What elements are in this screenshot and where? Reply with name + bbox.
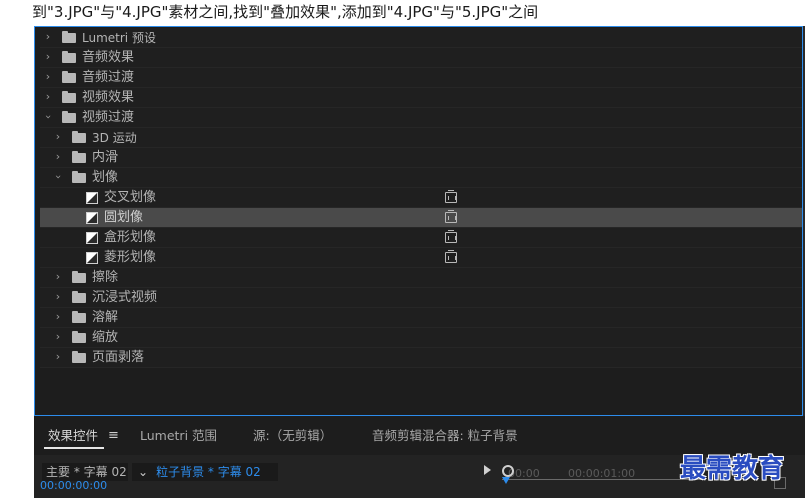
tree-item-label: 视频过渡	[82, 110, 135, 125]
gpu-accelerated-icon	[445, 210, 457, 223]
chevron-right-icon[interactable]: ›	[52, 331, 64, 343]
folder-icon	[72, 311, 86, 323]
sequence-clip-dropdown[interactable]: ⌄ 粒子背景 * 字幕 02	[132, 463, 278, 481]
transition-icon	[86, 212, 98, 224]
tree-item-lumetri-presets[interactable]: › Lumetri 预设	[40, 28, 805, 48]
tree-item-label: 音频效果	[82, 50, 135, 65]
chevron-down-icon: ⌄	[138, 465, 149, 479]
chevron-right-icon[interactable]: ›	[52, 311, 64, 323]
tab-effect-controls[interactable]: 效果控件	[48, 427, 98, 445]
tree-item-iris-box[interactable]: 盒形划像	[40, 228, 805, 248]
folder-icon	[72, 271, 86, 283]
tree-item-label: 菱形划像	[104, 250, 157, 265]
chevron-right-icon[interactable]: ›	[42, 51, 54, 63]
playhead-handle[interactable]	[502, 465, 514, 477]
tree-item-label: 视频效果	[82, 90, 135, 105]
folder-star-icon	[62, 31, 76, 43]
tree-item-label: 溶解	[92, 310, 119, 325]
tree-item-label: 内滑	[92, 150, 119, 165]
tree-item-dissolve[interactable]: › 溶解	[40, 308, 805, 328]
transition-icon	[86, 252, 98, 264]
tree-item-iris[interactable]: › 划像	[40, 168, 805, 188]
watermark-logo: 最需教育	[680, 454, 785, 484]
gpu-accelerated-icon	[445, 250, 457, 263]
chevron-right-icon[interactable]: ›	[42, 31, 54, 43]
tree-item-label: 擦除	[92, 270, 119, 285]
timeline-ruler[interactable]: 00:00 00:00:01:00	[502, 465, 702, 484]
folder-icon	[72, 331, 86, 343]
tree-item-label: 音频过渡	[82, 70, 135, 85]
folder-icon	[72, 151, 86, 163]
panel-menu-icon[interactable]: ≡	[108, 427, 119, 445]
chevron-down-icon[interactable]: ›	[52, 171, 65, 183]
tree-item-iris-diamond[interactable]: 菱形划像	[40, 248, 805, 268]
folder-icon	[62, 111, 76, 123]
folder-icon	[62, 51, 76, 63]
tree-item-label: 页面剥落	[92, 350, 145, 365]
folder-icon	[72, 131, 86, 143]
tree-item-3d-motion[interactable]: › 3D 运动	[40, 128, 805, 148]
instruction-text: 到"3.JPG"与"4.JPG"素材之间,找到"叠加效果",添加到"4.JPG"…	[32, 3, 539, 21]
tree-item-audio-effects[interactable]: › 音频效果	[40, 48, 805, 68]
gpu-accelerated-icon	[445, 230, 457, 243]
gpu-accelerated-icon	[445, 190, 457, 203]
chevron-right-icon[interactable]: ›	[52, 151, 64, 163]
chevron-right-icon[interactable]: ›	[52, 131, 64, 143]
tree-item-video-transitions[interactable]: › 视频过渡	[40, 108, 805, 128]
tab-source[interactable]: 源:（无剪辑）	[253, 427, 332, 445]
tree-item-immersive-video[interactable]: › 沉浸式视频	[40, 288, 805, 308]
folder-icon	[62, 71, 76, 83]
tree-item-label: Lumetri 预设	[82, 31, 156, 45]
folder-icon	[72, 351, 86, 363]
chevron-down-icon[interactable]: ›	[42, 111, 55, 123]
tree-item-iris-round[interactable]: 圆划像	[40, 208, 805, 228]
chevron-right-icon[interactable]: ›	[52, 351, 64, 363]
folder-icon	[72, 291, 86, 303]
tab-audio-clip-mixer[interactable]: 音频剪辑混合器: 粒子背景	[372, 427, 518, 445]
tree-item-audio-transitions[interactable]: › 音频过渡	[40, 68, 805, 88]
timecode-display[interactable]: 00:00:00:00	[40, 479, 107, 492]
tree-item-label: 缩放	[92, 330, 119, 345]
playhead-marker[interactable]	[502, 477, 510, 484]
transition-icon	[86, 192, 98, 204]
folder-icon	[62, 91, 76, 103]
tree-item-label: 3D 运动	[92, 131, 137, 145]
chevron-right-icon[interactable]: ›	[42, 71, 54, 83]
active-tab-indicator	[44, 447, 104, 449]
effects-tree: › Lumetri 预设 › 音频效果 › 音频过渡 › 视频效果 › 视频过渡…	[40, 28, 805, 368]
sequence-clip-label: 粒子背景 * 字幕 02	[156, 465, 261, 479]
tree-item-label: 划像	[92, 170, 119, 185]
tree-item-label: 圆划像	[104, 210, 144, 225]
tab-lumetri-scopes[interactable]: Lumetri 范围	[140, 427, 217, 445]
tree-item-label: 沉浸式视频	[92, 290, 158, 305]
tree-item-label: 盒形划像	[104, 230, 157, 245]
tree-item-page-peel[interactable]: › 页面剥落	[40, 348, 805, 368]
folder-icon	[72, 171, 86, 183]
tree-item-slide[interactable]: › 内滑	[40, 148, 805, 168]
tree-item-wipe[interactable]: › 擦除	[40, 268, 805, 288]
tree-item-zoom[interactable]: › 缩放	[40, 328, 805, 348]
tree-item-label: 交叉划像	[104, 190, 157, 205]
chevron-right-icon[interactable]: ›	[42, 91, 54, 103]
chevron-right-icon[interactable]: ›	[52, 271, 64, 283]
chevron-right-icon[interactable]: ›	[52, 291, 64, 303]
tree-item-video-effects[interactable]: › 视频效果	[40, 88, 805, 108]
ruler-time-label: 00:00:01:00	[568, 467, 636, 480]
transition-icon	[86, 232, 98, 244]
tree-item-iris-cross[interactable]: 交叉划像	[40, 188, 805, 208]
play-icon[interactable]	[484, 465, 491, 475]
